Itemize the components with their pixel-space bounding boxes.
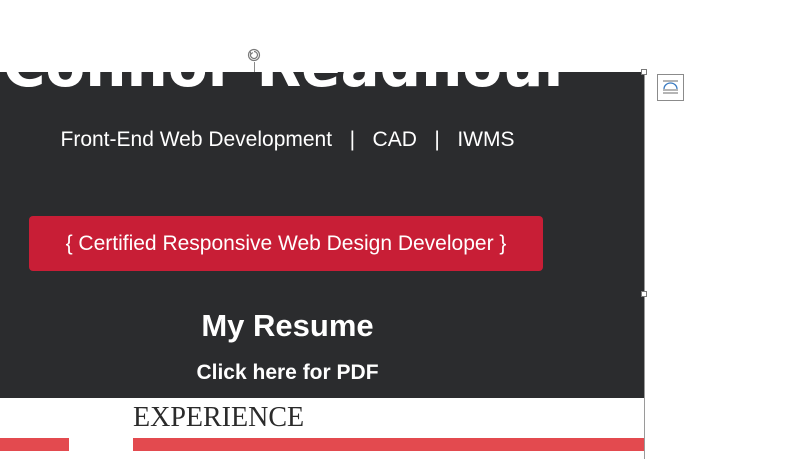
layout-options-button[interactable]	[657, 74, 684, 101]
experience-heading: EXPERIENCE	[133, 402, 305, 433]
selected-image[interactable]: Connor Readnour Front-End Web Developmen…	[0, 72, 645, 459]
subtitle: Front-End Web Development | CAD | IWMS	[60, 128, 515, 151]
experience-section: EXPERIENCE	[0, 398, 645, 459]
page-title: Connor Readnour	[0, 72, 575, 100]
resize-handle-right-middle[interactable]	[641, 291, 647, 297]
certification-badge: { Certified Responsive Web Design Develo…	[29, 216, 543, 271]
pdf-link[interactable]: Click here for PDF	[0, 361, 575, 385]
rotate-handle-stem	[254, 62, 255, 72]
layout-options-icon	[663, 80, 678, 94]
accent-bar-right	[133, 438, 645, 451]
image-frame-edge	[644, 72, 645, 459]
accent-bar-left	[0, 438, 69, 451]
resize-handle-top-right[interactable]	[641, 69, 647, 75]
resume-heading: My Resume	[201, 308, 374, 343]
rotate-handle-icon[interactable]	[246, 47, 262, 63]
